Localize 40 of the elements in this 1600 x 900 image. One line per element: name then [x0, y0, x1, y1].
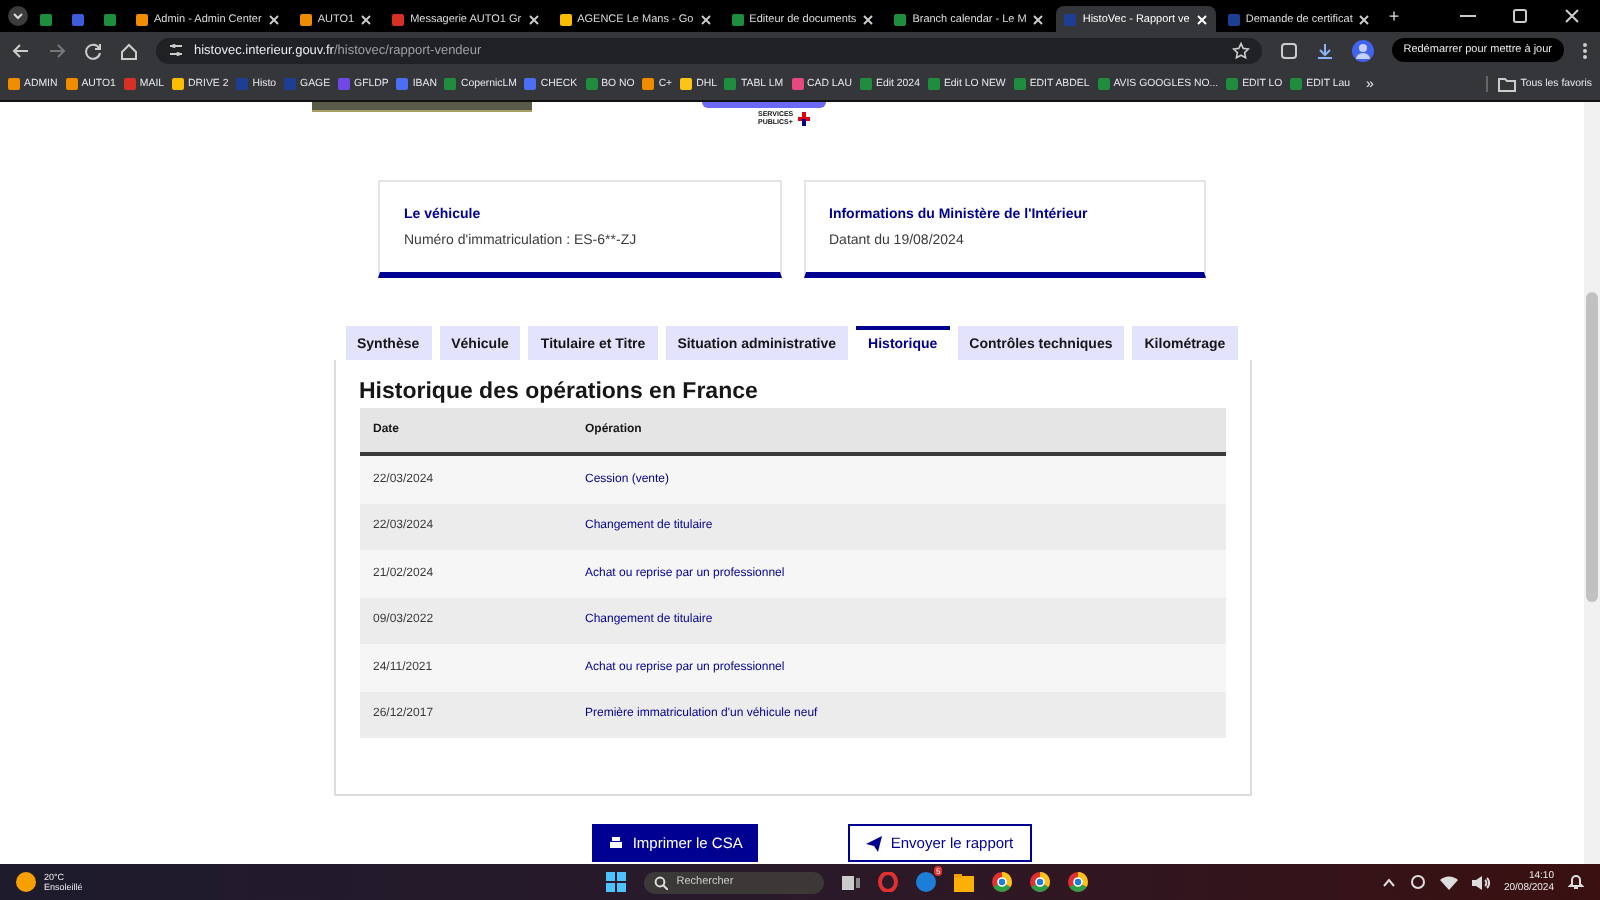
header-bar — [702, 102, 826, 108]
scrollbar[interactable] — [1584, 102, 1600, 864]
send-icon — [866, 835, 883, 851]
more-options-icon[interactable] — [1582, 41, 1588, 59]
site-info-icon[interactable] — [168, 42, 184, 58]
bell-icon[interactable] — [1568, 874, 1584, 890]
close-icon[interactable] — [862, 13, 875, 25]
home-icon[interactable] — [120, 41, 138, 59]
volume-icon[interactable] — [1471, 875, 1490, 889]
search-icon — [654, 875, 669, 889]
restore-icon[interactable] — [1512, 8, 1528, 24]
logo-mark-icon — [798, 111, 810, 126]
wifi-icon[interactable] — [1439, 875, 1458, 889]
close-icon[interactable] — [360, 13, 373, 25]
printer-icon — [608, 835, 625, 851]
folder-icon — [1498, 76, 1517, 92]
close-icon[interactable] — [1358, 13, 1371, 25]
chevron-up-icon[interactable] — [1381, 877, 1396, 887]
close-icon[interactable] — [699, 13, 712, 25]
sync-icon[interactable] — [1409, 874, 1426, 890]
back-icon[interactable] — [12, 41, 30, 59]
close-icon[interactable] — [1564, 8, 1580, 24]
new-tab-button[interactable]: + — [1388, 6, 1400, 26]
close-icon[interactable] — [1032, 13, 1045, 25]
tab-list-icon[interactable] — [8, 6, 28, 26]
section-title: Historique des opérations en France — [359, 380, 760, 404]
star-icon[interactable] — [1231, 41, 1250, 59]
close-icon[interactable] — [267, 13, 280, 25]
reload-icon[interactable] — [84, 41, 102, 59]
start-icon[interactable] — [606, 872, 627, 892]
task-view-icon[interactable] — [842, 873, 861, 891]
folder-icon[interactable] — [954, 873, 975, 891]
download-icon[interactable] — [1315, 41, 1334, 59]
extensions-icon[interactable] — [1279, 41, 1298, 59]
sun-icon — [16, 872, 36, 892]
chat-app-icon[interactable] — [916, 872, 937, 892]
profile-avatar-icon[interactable] — [1351, 39, 1374, 61]
scrollbar-thumb[interactable] — [1586, 292, 1598, 602]
forward-icon[interactable] — [48, 41, 66, 59]
close-icon[interactable] — [527, 13, 540, 25]
